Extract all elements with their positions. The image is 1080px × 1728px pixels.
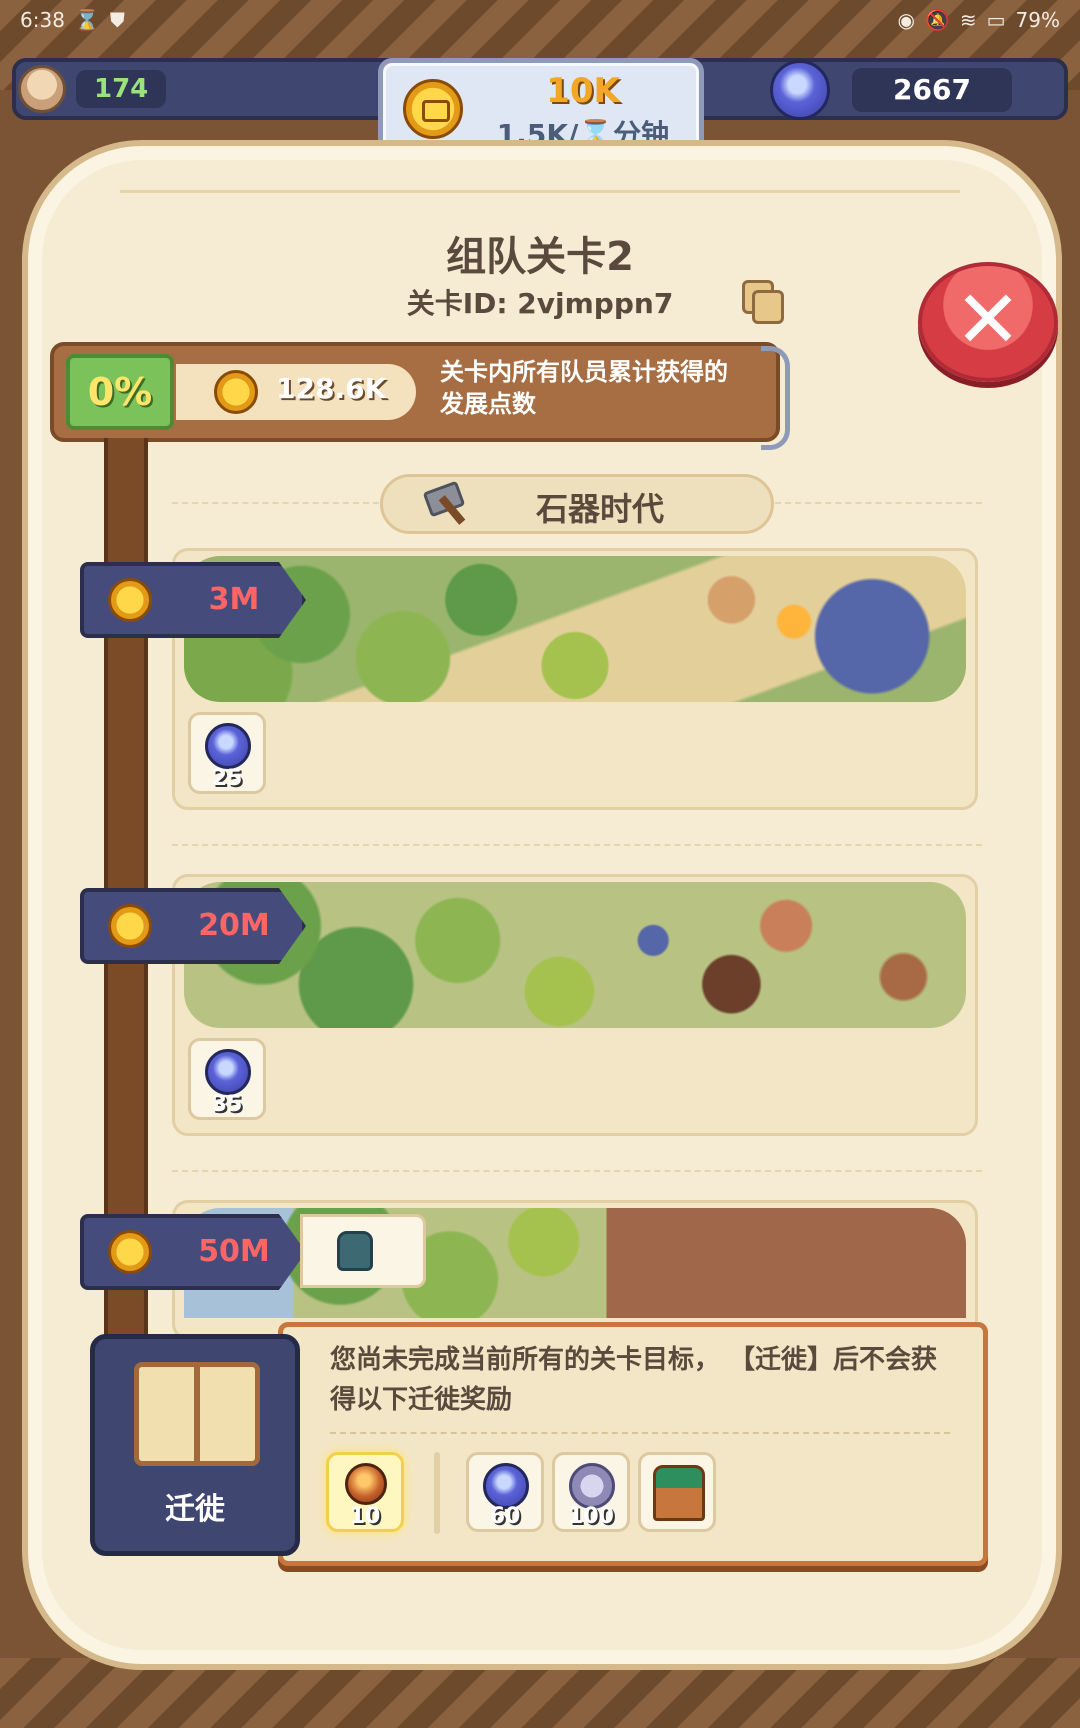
progress-points: 128.6K bbox=[276, 372, 387, 405]
reward-slot-gem[interactable]: 25 bbox=[188, 712, 266, 794]
wifi-icon: ≋ bbox=[959, 8, 977, 32]
chest-icon bbox=[653, 1465, 705, 1521]
migrate-button-label: 迁徙 bbox=[165, 1492, 225, 1527]
reward-slot-vase[interactable] bbox=[300, 1214, 426, 1288]
battery-icon: ▭ bbox=[986, 8, 1006, 32]
stage-coin-icon bbox=[108, 1230, 152, 1274]
gold-coin-icon bbox=[403, 79, 463, 139]
era-label: 石器时代 bbox=[535, 490, 664, 528]
level-id: 关卡ID: 2vjmppn7 bbox=[406, 287, 674, 320]
battery-level: 79% bbox=[1015, 8, 1060, 32]
gem-count[interactable]: 2667 bbox=[852, 68, 1012, 112]
migrate-reward-chest[interactable] bbox=[638, 1452, 716, 1532]
points-coin-icon bbox=[214, 370, 258, 414]
reward-slot-gem[interactable]: 35 bbox=[188, 1038, 266, 1120]
status-bar: 6:38 ⌛ ⛊ ◉ 🔕 ≋ ▭ 79% bbox=[0, 0, 1080, 40]
progress-percent: 0% bbox=[66, 354, 174, 430]
decorative-divider bbox=[120, 190, 960, 206]
stage-separator bbox=[172, 844, 982, 846]
migrate-warning-text: 您尚未完成当前所有的关卡目标， 【迁徙】后不会获得以下迁徙奖励 bbox=[330, 1345, 938, 1415]
reward-count: 60 bbox=[489, 1504, 521, 1529]
stage-coin-icon bbox=[108, 578, 152, 622]
book-icon bbox=[134, 1362, 260, 1466]
silver-coin-icon bbox=[569, 1463, 615, 1509]
migrate-reward-silver[interactable]: 100 bbox=[552, 1452, 630, 1532]
copy-icon[interactable] bbox=[742, 280, 784, 324]
gem-icon bbox=[770, 60, 830, 120]
level-title: 组队关卡2 bbox=[446, 234, 634, 280]
hourglass-icon: ⌛ bbox=[74, 8, 100, 32]
population-value: 174 bbox=[76, 70, 167, 108]
population-display[interactable]: 174 bbox=[18, 64, 167, 114]
stone-hammer-icon bbox=[426, 484, 472, 524]
reward-divider bbox=[434, 1452, 440, 1534]
gem-icon bbox=[205, 1049, 251, 1095]
clock-time: 6:38 bbox=[20, 8, 65, 32]
close-button[interactable]: ✕ bbox=[918, 262, 1058, 382]
migrate-divider bbox=[330, 1432, 950, 1434]
stage-separator bbox=[172, 1170, 982, 1172]
stage-threshold-2: 20M bbox=[198, 908, 270, 943]
progress-description: 关卡内所有队员累计获得的发展点数 bbox=[440, 358, 728, 418]
mute-icon: 🔕 bbox=[924, 8, 950, 32]
stage-image-forest-camp bbox=[184, 556, 966, 702]
migrate-reward-orb[interactable]: 10 bbox=[326, 1452, 404, 1532]
stage-threshold-1: 3M bbox=[208, 582, 260, 617]
gold-total: 10K bbox=[546, 71, 620, 111]
reward-count: 10 bbox=[349, 1504, 381, 1529]
eye-icon: ◉ bbox=[897, 8, 915, 32]
gem-icon bbox=[483, 1463, 529, 1509]
migrate-reward-gem[interactable]: 60 bbox=[466, 1452, 544, 1532]
stage-coin-icon bbox=[108, 904, 152, 948]
shield-icon: ⛊ bbox=[109, 8, 125, 32]
reward-count: 35 bbox=[211, 1092, 243, 1117]
caveman-avatar-icon bbox=[18, 65, 66, 113]
vase-icon bbox=[337, 1231, 373, 1271]
gem-icon bbox=[205, 723, 251, 769]
stage-image-forest-hunt bbox=[184, 882, 966, 1028]
reward-count: 100 bbox=[568, 1504, 614, 1529]
stage-threshold-3: 50M bbox=[198, 1234, 270, 1269]
reward-count: 25 bbox=[211, 766, 243, 791]
orb-icon bbox=[345, 1463, 387, 1505]
